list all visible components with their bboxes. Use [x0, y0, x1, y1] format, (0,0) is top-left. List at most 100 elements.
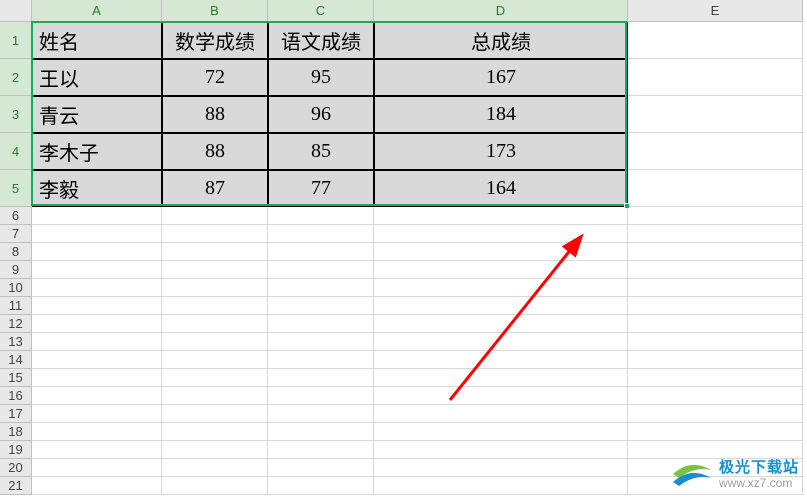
table-header-cell[interactable]: 语文成绩 [268, 22, 374, 59]
cell[interactable] [628, 297, 803, 315]
cell[interactable] [268, 315, 374, 333]
cell[interactable] [32, 243, 162, 261]
table-header-cell[interactable]: 姓名 [32, 22, 162, 59]
cell[interactable] [32, 333, 162, 351]
cell[interactable] [374, 405, 628, 423]
cell[interactable] [268, 207, 374, 225]
cell[interactable] [374, 225, 628, 243]
cell[interactable] [628, 423, 803, 441]
cell[interactable] [268, 261, 374, 279]
cell[interactable] [162, 315, 268, 333]
cell[interactable] [628, 279, 803, 297]
cell[interactable] [374, 477, 628, 495]
table-value-cell[interactable]: 87 [162, 170, 268, 207]
cell[interactable] [374, 441, 628, 459]
cell[interactable] [32, 279, 162, 297]
cell[interactable] [628, 133, 803, 170]
select-all-corner[interactable] [0, 0, 32, 22]
row-header-7[interactable]: 7 [0, 225, 32, 243]
table-value-cell[interactable]: 72 [162, 59, 268, 96]
cell[interactable] [628, 96, 803, 133]
column-header-a[interactable]: A [32, 0, 162, 22]
row-header-10[interactable]: 10 [0, 279, 32, 297]
cell[interactable] [268, 477, 374, 495]
row-header-18[interactable]: 18 [0, 423, 32, 441]
cell[interactable] [374, 423, 628, 441]
cell[interactable] [162, 405, 268, 423]
cell[interactable] [268, 459, 374, 477]
table-value-cell[interactable]: 95 [268, 59, 374, 96]
cell[interactable] [268, 279, 374, 297]
table-value-cell[interactable]: 88 [162, 96, 268, 133]
cell[interactable] [162, 207, 268, 225]
row-header-3[interactable]: 3 [0, 96, 32, 133]
cell[interactable] [32, 261, 162, 279]
cell[interactable] [374, 243, 628, 261]
column-header-c[interactable]: C [268, 0, 374, 22]
row-header-19[interactable]: 19 [0, 441, 32, 459]
cell[interactable] [628, 59, 803, 96]
cell[interactable] [268, 297, 374, 315]
cell[interactable] [32, 441, 162, 459]
table-value-cell[interactable]: 164 [374, 170, 628, 207]
cell[interactable] [32, 315, 162, 333]
cell[interactable] [162, 351, 268, 369]
cell[interactable] [32, 207, 162, 225]
cell[interactable] [628, 333, 803, 351]
cell[interactable] [32, 477, 162, 495]
cell[interactable] [268, 423, 374, 441]
cell[interactable] [162, 459, 268, 477]
cell[interactable] [268, 243, 374, 261]
cell[interactable] [162, 333, 268, 351]
cell[interactable] [32, 423, 162, 441]
cell[interactable] [628, 22, 803, 59]
table-value-cell[interactable]: 184 [374, 96, 628, 133]
cell[interactable] [32, 351, 162, 369]
cell[interactable] [628, 387, 803, 405]
cell[interactable] [374, 333, 628, 351]
cell[interactable] [628, 369, 803, 387]
cell[interactable] [374, 297, 628, 315]
cell[interactable] [162, 225, 268, 243]
cell[interactable] [268, 405, 374, 423]
table-value-cell[interactable]: 96 [268, 96, 374, 133]
row-header-15[interactable]: 15 [0, 369, 32, 387]
row-header-21[interactable]: 21 [0, 477, 32, 495]
table-value-cell[interactable]: 85 [268, 133, 374, 170]
cell[interactable] [162, 441, 268, 459]
cell[interactable] [628, 315, 803, 333]
table-value-cell[interactable]: 77 [268, 170, 374, 207]
row-header-8[interactable]: 8 [0, 243, 32, 261]
cell[interactable] [374, 459, 628, 477]
cell[interactable] [268, 369, 374, 387]
cell[interactable] [628, 261, 803, 279]
column-header-d[interactable]: D [374, 0, 628, 22]
cell[interactable] [268, 387, 374, 405]
data-table[interactable]: 姓名数学成绩语文成绩总成绩王以7295167青云8896184李木子888517… [32, 22, 628, 207]
column-header-b[interactable]: B [162, 0, 268, 22]
row-header-11[interactable]: 11 [0, 297, 32, 315]
column-header-e[interactable]: E [628, 0, 803, 22]
row-header-5[interactable]: 5 [0, 170, 32, 207]
table-name-cell[interactable]: 李毅 [32, 170, 162, 207]
cell[interactable] [628, 225, 803, 243]
cell[interactable] [162, 261, 268, 279]
table-header-cell[interactable]: 总成绩 [374, 22, 628, 59]
cell[interactable] [162, 243, 268, 261]
cell[interactable] [374, 387, 628, 405]
row-header-2[interactable]: 2 [0, 59, 32, 96]
row-header-9[interactable]: 9 [0, 261, 32, 279]
cell[interactable] [628, 405, 803, 423]
row-header-1[interactable]: 1 [0, 22, 32, 59]
table-header-cell[interactable]: 数学成绩 [162, 22, 268, 59]
cell[interactable] [374, 315, 628, 333]
cell[interactable] [268, 441, 374, 459]
row-header-4[interactable]: 4 [0, 133, 32, 170]
table-name-cell[interactable]: 李木子 [32, 133, 162, 170]
cell[interactable] [628, 170, 803, 207]
cell[interactable] [162, 477, 268, 495]
cell[interactable] [268, 351, 374, 369]
cell[interactable] [162, 279, 268, 297]
cell[interactable] [162, 297, 268, 315]
cell[interactable] [32, 387, 162, 405]
